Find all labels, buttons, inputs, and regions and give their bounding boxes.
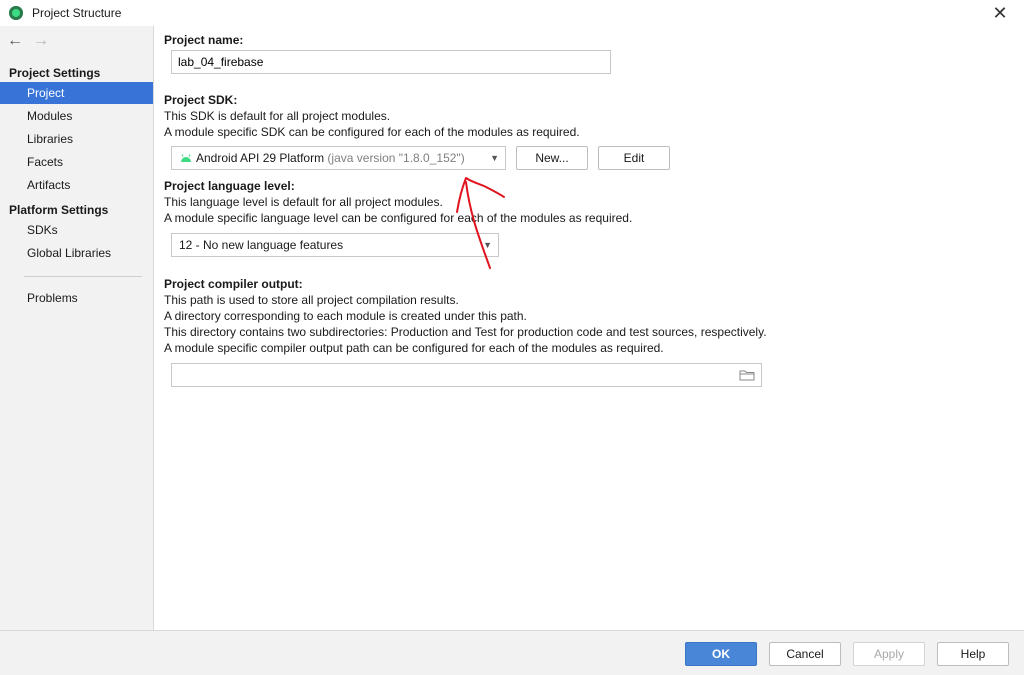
project-name-input[interactable] [171, 50, 611, 74]
folder-icon[interactable] [739, 369, 755, 381]
language-level-desc-1: This language level is default for all p… [164, 195, 443, 209]
sdk-new-button[interactable]: New... [516, 146, 588, 170]
sidebar-item-project[interactable]: Project [0, 82, 153, 104]
compiler-output-field[interactable] [171, 363, 762, 387]
project-sdk-dropdown[interactable]: Android API 29 Platform (java version "1… [171, 146, 506, 170]
close-icon[interactable]: ✕ [990, 3, 1010, 23]
sdk-selected-detail: (java version "1.8.0_152") [327, 151, 465, 165]
compiler-output-desc-4: A module specific compiler output path c… [164, 341, 664, 355]
sidebar-item-artifacts[interactable]: Artifacts [0, 174, 153, 196]
back-arrow-icon[interactable]: ← [7, 32, 23, 50]
sidebar-item-problems[interactable]: Problems [0, 287, 153, 309]
sdk-edit-button[interactable]: Edit [598, 146, 670, 170]
language-level-desc-2: A module specific language level can be … [164, 211, 633, 225]
forward-arrow-icon[interactable]: → [33, 32, 49, 50]
sidebar-item-libraries[interactable]: Libraries [0, 128, 153, 150]
compiler-output-label: Project compiler output: [164, 277, 303, 291]
help-button[interactable]: Help [937, 642, 1009, 666]
language-level-label: Project language level: [164, 179, 295, 193]
language-level-selected: 12 - No new language features [179, 238, 344, 252]
sidebar-item-sdks[interactable]: SDKs [0, 219, 153, 241]
dialog-footer: OK Cancel Apply Help [0, 630, 1024, 675]
sidebar: ← → Project Settings Project Modules Lib… [0, 26, 154, 630]
chevron-down-icon: ▼ [490, 153, 499, 163]
android-icon [181, 154, 191, 162]
sidebar-item-global-libraries[interactable]: Global Libraries [0, 242, 153, 264]
compiler-output-desc-1: This path is used to store all project c… [164, 293, 459, 307]
window-title: Project Structure [32, 6, 122, 20]
android-studio-icon [9, 6, 23, 20]
sidebar-divider [24, 276, 142, 277]
sdk-selected-name: Android API 29 Platform [196, 151, 325, 165]
compiler-output-desc-3: This directory contains two subdirectori… [164, 325, 767, 339]
main-panel: Project name: Project SDK: This SDK is d… [154, 26, 1024, 630]
cancel-button[interactable]: Cancel [769, 642, 841, 666]
project-name-label: Project name: [164, 33, 244, 47]
title-bar: Project Structure ✕ [0, 0, 1024, 26]
platform-settings-heading: Platform Settings [9, 203, 109, 217]
compiler-output-desc-2: A directory corresponding to each module… [164, 309, 527, 323]
sidebar-item-facets[interactable]: Facets [0, 151, 153, 173]
project-settings-heading: Project Settings [9, 66, 101, 80]
project-sdk-desc-1: This SDK is default for all project modu… [164, 109, 391, 123]
language-level-dropdown[interactable]: 12 - No new language features ▼ [171, 233, 499, 257]
chevron-down-icon: ▼ [483, 240, 492, 250]
sidebar-item-modules[interactable]: Modules [0, 105, 153, 127]
apply-button[interactable]: Apply [853, 642, 925, 666]
project-sdk-desc-2: A module specific SDK can be configured … [164, 125, 580, 139]
project-sdk-label: Project SDK: [164, 93, 238, 107]
ok-button[interactable]: OK [685, 642, 757, 666]
